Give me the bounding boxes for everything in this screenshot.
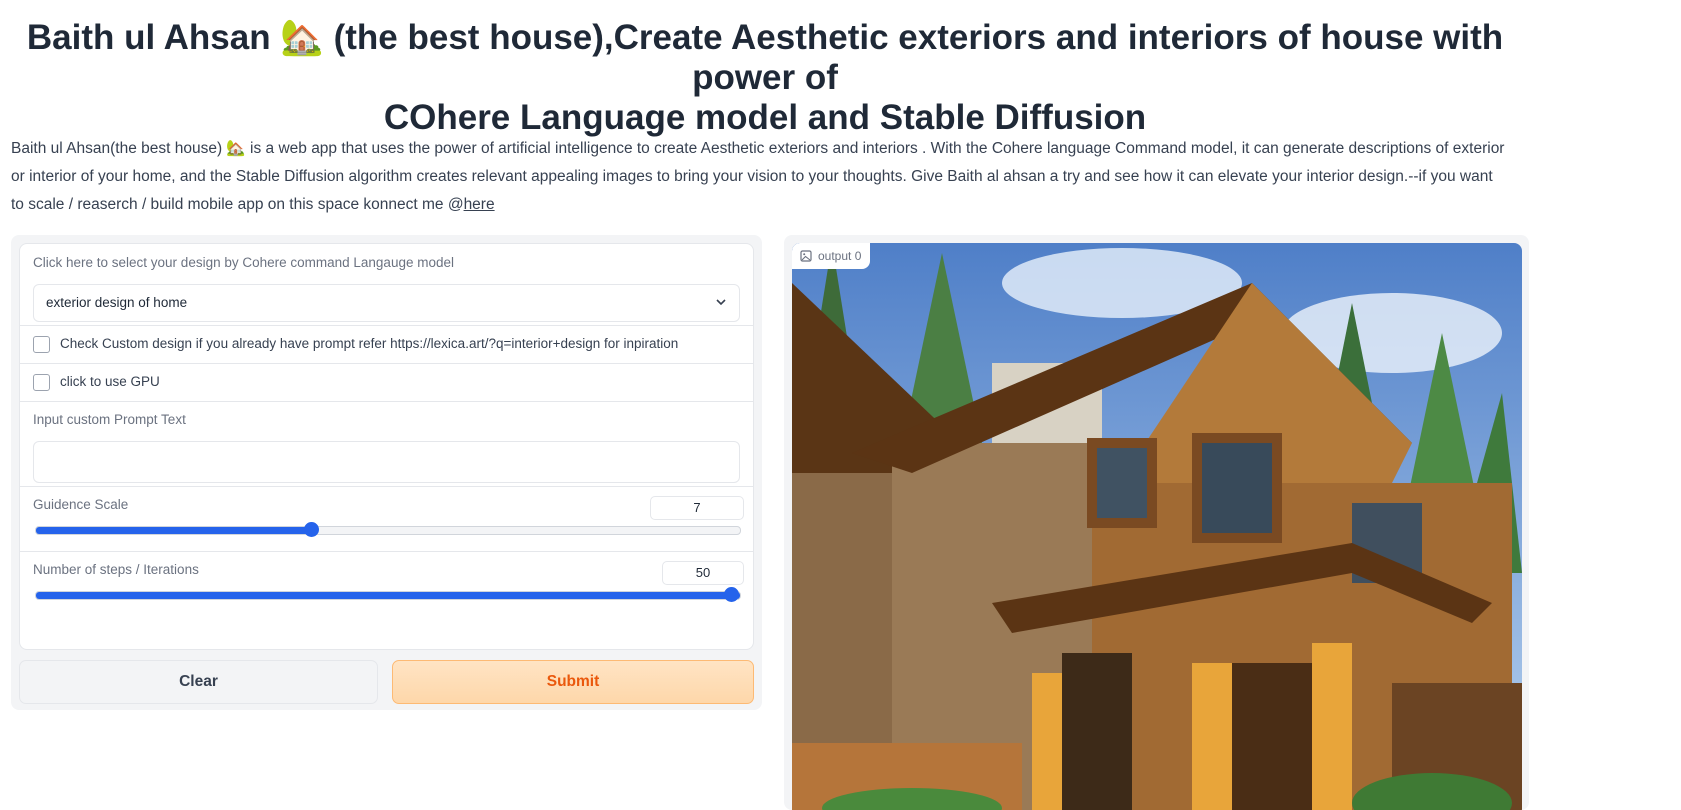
prompt-label: Input custom Prompt Text: [33, 412, 186, 427]
design-dropdown-value: exterior design of home: [46, 295, 188, 310]
steps-number-input[interactable]: 50: [662, 561, 744, 585]
design-dropdown[interactable]: exterior design of home: [33, 284, 740, 322]
submit-button[interactable]: Submit: [392, 660, 754, 704]
gpu-checkbox[interactable]: [33, 374, 50, 391]
title-line-2: COhere Language model and Stable Diffusi…: [383, 98, 1147, 137]
output-label: output 0: [818, 249, 862, 263]
steps-slider-thumb[interactable]: [724, 587, 739, 602]
gpu-label: click to use GPU: [60, 374, 160, 389]
steps-slider-fill: [36, 592, 740, 599]
guidance-slider-thumb[interactable]: [303, 522, 319, 537]
output-label-badge: output 0: [792, 243, 871, 269]
custom-design-label: Check Custom design if you already have …: [60, 336, 679, 351]
steps-slider-track[interactable]: [35, 591, 741, 600]
prompt-block: Input custom Prompt Text: [20, 401, 753, 487]
output-image: output 0: [792, 243, 1522, 810]
guidance-number-input[interactable]: 7: [650, 496, 744, 520]
guidance-slider-fill: [36, 527, 311, 534]
app-description: Baith ul Ahsan(the best house) 🏡 is a we…: [11, 135, 1506, 219]
contact-link[interactable]: here: [464, 196, 495, 213]
title-line-1: Baith ul Ahsan 🏡 (the best house),Create…: [26, 18, 1504, 97]
description-text: Baith ul Ahsan(the best house) 🏡 is a we…: [11, 140, 1505, 213]
steps-label: Number of steps / Iterations: [33, 562, 199, 577]
guidance-block: Guidence Scale 7: [20, 486, 753, 552]
custom-design-row[interactable]: Check Custom design if you already have …: [20, 325, 753, 364]
design-select-label: Click here to select your design by Cohe…: [33, 255, 454, 270]
input-panel: Click here to select your design by Cohe…: [11, 235, 762, 710]
house-image: [792, 243, 1522, 810]
gpu-row[interactable]: click to use GPU: [20, 363, 753, 402]
clear-button[interactable]: Clear: [19, 660, 378, 704]
page-title: Baith ul Ahsan 🏡 (the best house),Create…: [0, 18, 1530, 138]
steps-block: Number of steps / Iterations 50: [20, 551, 753, 648]
guidance-label: Guidence Scale: [33, 497, 129, 512]
chevron-down-icon: [716, 299, 726, 306]
custom-design-checkbox[interactable]: [33, 336, 50, 353]
guidance-slider-track[interactable]: [35, 526, 741, 535]
image-icon: [800, 250, 812, 262]
input-form: Click here to select your design by Cohe…: [19, 243, 754, 650]
output-panel: output 0: [784, 235, 1529, 810]
design-select-block: Click here to select your design by Cohe…: [20, 244, 753, 326]
prompt-input[interactable]: [33, 441, 740, 483]
